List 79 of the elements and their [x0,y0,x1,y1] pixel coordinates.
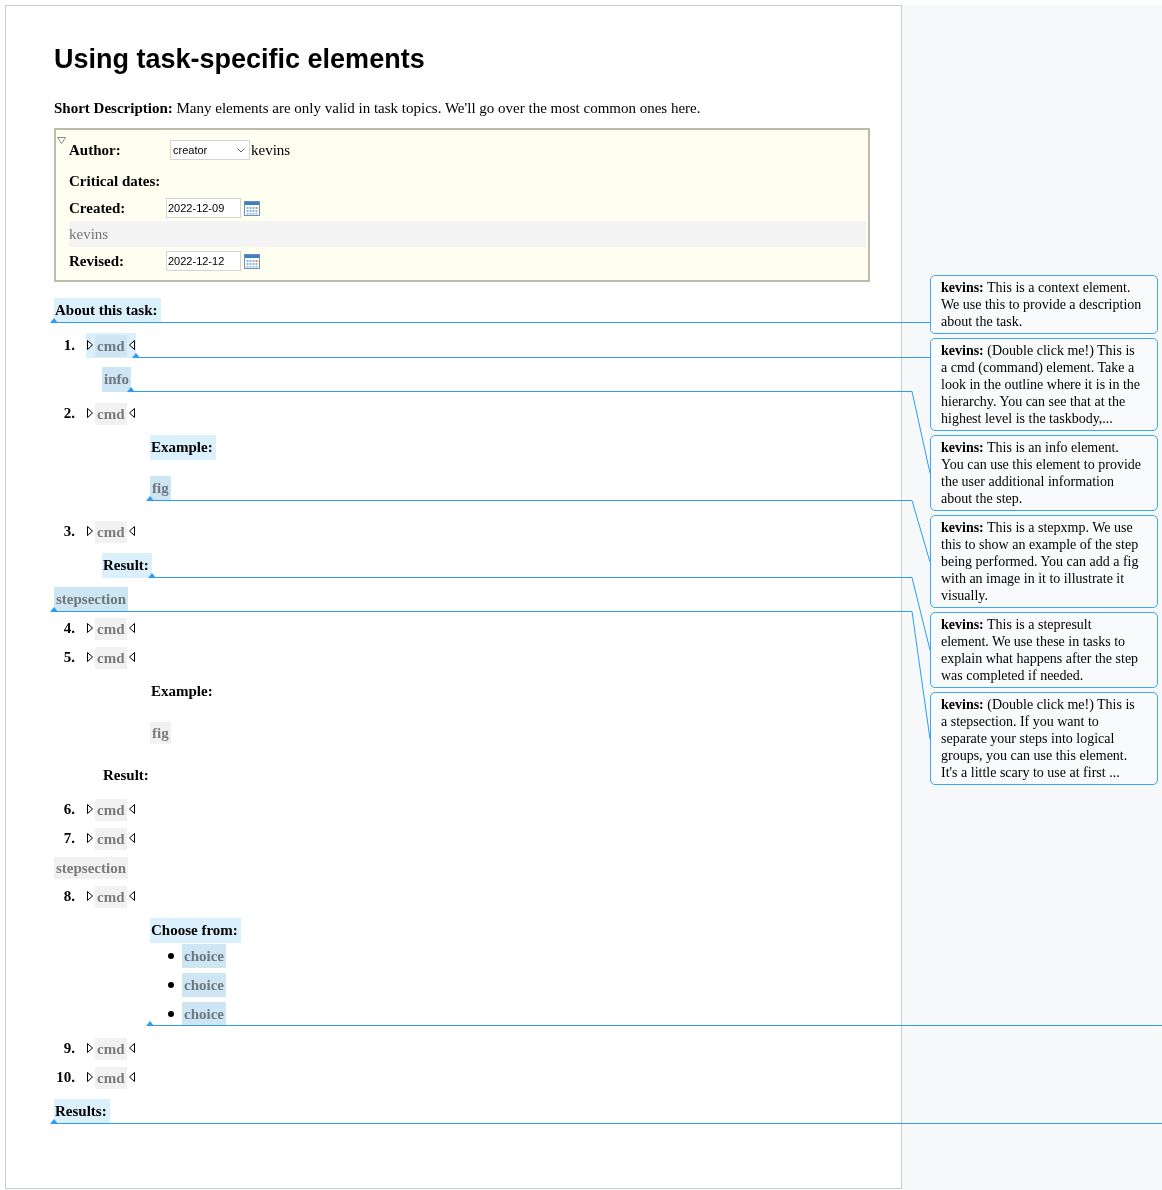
calendar-icon[interactable] [244,200,260,216]
fig-placeholder[interactable]: fig [150,721,171,744]
author-label: Author: [69,141,122,160]
step-number: 10. [55,1069,75,1086]
step-number: 5. [62,649,75,666]
triangle-right-icon[interactable] [87,407,93,418]
author-name: kevins [251,141,291,160]
cmd-placeholder[interactable]: cmd [95,402,127,425]
bullet-icon [168,982,174,988]
revised-date-field[interactable]: 2022-12-12 [166,251,241,271]
comment-balloon[interactable]: kevins: This is an info element. You can use this element to provide the user additional information about the step. [930,435,1158,511]
chevron-down-icon [237,147,245,153]
section-label: About this task: [54,298,161,323]
step-number: 1. [62,337,75,354]
bullet-icon [168,1011,174,1017]
triangle-left-icon[interactable] [128,407,135,418]
author-type-dropdown[interactable]: creator [170,140,250,160]
step-number: 9. [62,1040,75,1057]
cmd-placeholder[interactable]: cmd [95,334,127,357]
example-label: Example: [150,682,214,701]
cmd-placeholder[interactable]: cmd [95,885,127,908]
results-label: Results: [54,1099,110,1124]
step-number: 2. [62,405,75,422]
cmd-placeholder[interactable]: cmd [95,1066,127,1089]
triangle-left-icon[interactable] [128,1042,135,1053]
triangle-right-icon[interactable] [87,622,93,633]
cmd-placeholder[interactable]: cmd [95,1037,127,1060]
triangle-left-icon[interactable] [128,525,135,536]
topic-title: Using task-specific elements [54,44,426,75]
triangle-left-icon[interactable] [128,890,135,901]
triangle-right-icon[interactable] [87,832,93,843]
triangle-right-icon[interactable] [87,339,93,350]
step-number: 4. [62,620,75,637]
triangle-right-icon[interactable] [87,1071,93,1082]
info-placeholder[interactable]: info [102,367,131,392]
short-description: Short Description: Many elements are only valid in task topics. We'll go over the most common ones here. [54,99,702,117]
created-label: Created: [69,199,127,218]
author-note-row: kevins [69,221,866,247]
comment-balloon[interactable]: kevins: This is a stepxmp. We use this to show an example of the step being performed. You can add a fig with an image in it to illustrate it visually. [930,515,1158,608]
comment-balloon[interactable]: kevins: (Double click me!) This is a stepsection. If you want to separate your steps into logical groups, you can use this element. It's a little scary to use at first ... [930,692,1158,785]
stepsection-placeholder[interactable]: stepsection [54,856,128,879]
choice-placeholder[interactable]: choice [182,1002,226,1026]
cmd-placeholder[interactable]: cmd [95,827,127,850]
cmd-placeholder[interactable]: cmd [95,798,127,821]
triangle-left-icon[interactable] [128,651,135,662]
comment-balloon[interactable]: kevins: (Double click me!) This is a cmd (command) element. Take a look in the outline where it is in the hierarchy. You can see that at the highest level is the taskbody,... [930,338,1158,431]
example-label: Example: [150,435,216,460]
stepsection-placeholder[interactable]: stepsection [54,587,128,612]
triangle-left-icon[interactable] [128,1071,135,1082]
comment-balloon[interactable]: kevins: This is a context element. We use this to provide a description about the task. [930,275,1158,334]
created-date-field[interactable]: 2022-12-09 [166,198,241,218]
revised-label: Revised: [69,252,125,271]
bullet-icon [168,953,174,959]
triangle-down-icon[interactable] [57,137,66,144]
choice-placeholder[interactable]: choice [182,973,226,997]
step-number: 8. [62,888,75,905]
triangle-left-icon[interactable] [128,832,135,843]
result-label: Result: [102,553,152,578]
triangle-right-icon[interactable] [87,651,93,662]
choice-placeholder[interactable]: choice [182,944,226,968]
cmd-placeholder[interactable]: cmd [95,646,127,669]
choices-label: Choose from: [150,918,241,943]
cmd-placeholder[interactable]: cmd [95,617,127,640]
critical-dates-label: Critical dates: [69,172,161,191]
step-number: 6. [62,801,75,818]
calendar-icon[interactable] [244,253,260,269]
triangle-right-icon[interactable] [87,525,93,536]
fig-placeholder[interactable]: fig [150,476,171,501]
step-number: 3. [62,523,75,540]
cmd-placeholder[interactable]: cmd [95,520,127,543]
comment-balloon[interactable]: kevins: This is a stepresult element. We use these in tasks to explain what happens after the step was completed if needed. [930,612,1158,688]
triangle-right-icon[interactable] [87,1042,93,1053]
triangle-left-icon[interactable] [128,803,135,814]
triangle-right-icon[interactable] [87,803,93,814]
step-number: 7. [62,830,75,847]
triangle-left-icon[interactable] [128,339,135,350]
result-label: Result: [102,766,150,785]
triangle-right-icon[interactable] [87,890,93,901]
triangle-left-icon[interactable] [128,622,135,633]
